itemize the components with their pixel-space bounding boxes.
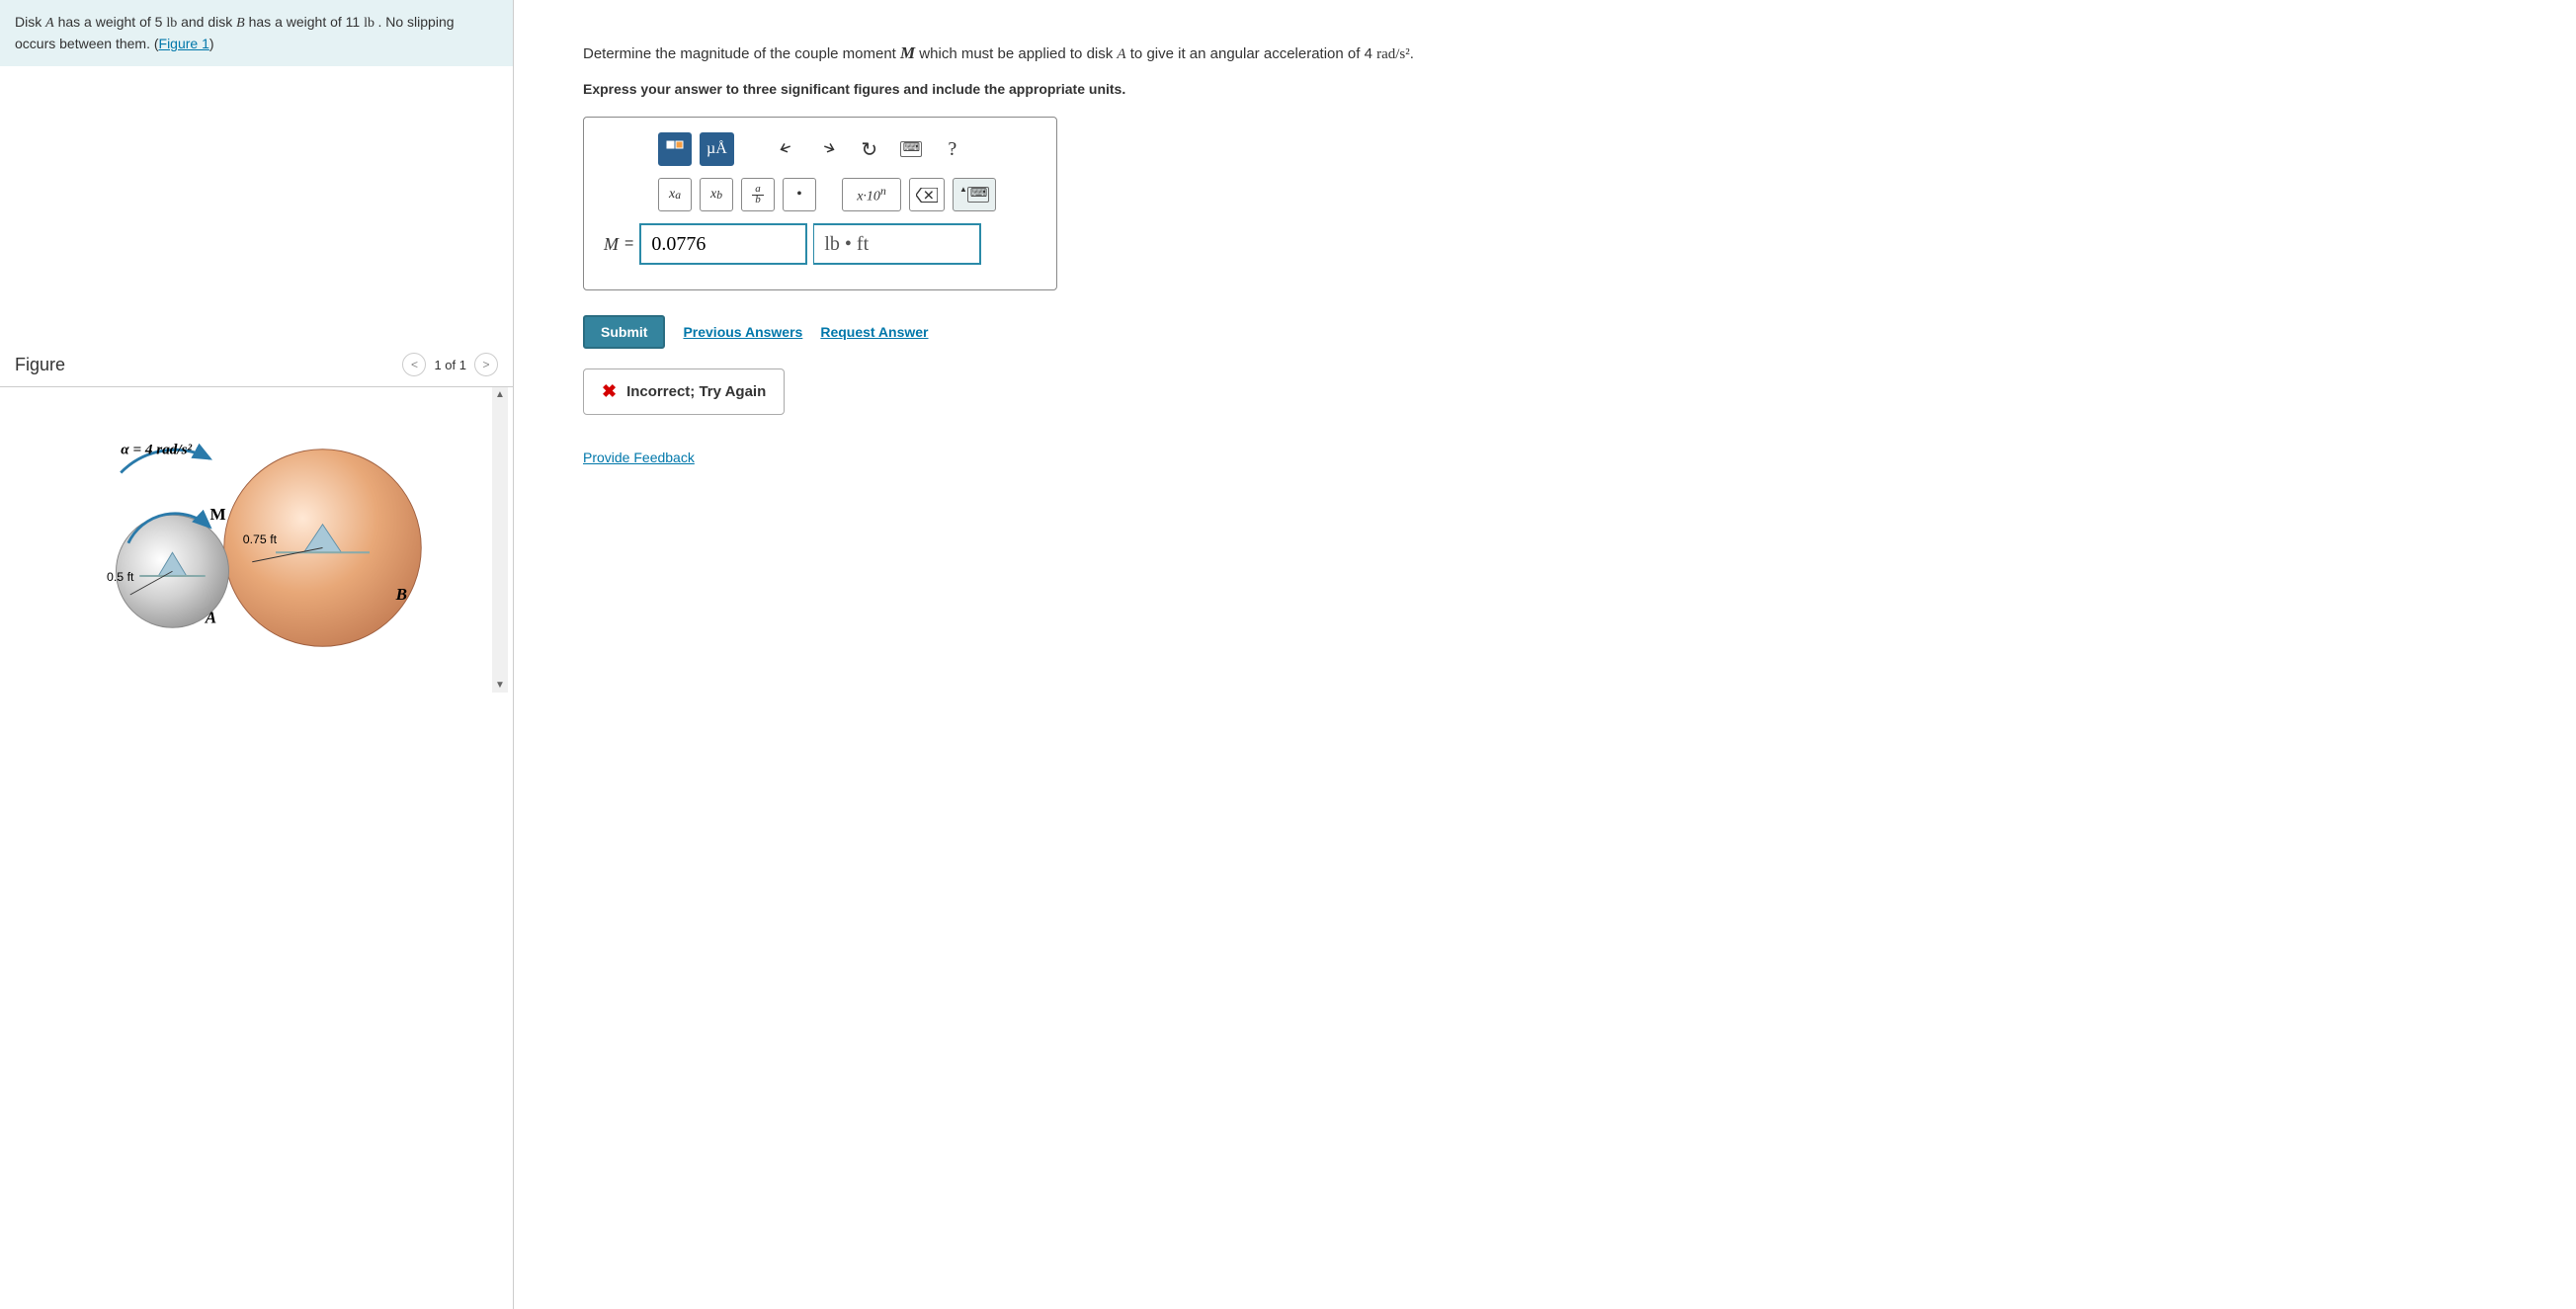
answer-box: µÅ ↻ ? xa xb ab • x·10n — [583, 117, 1057, 290]
scroll-down-icon[interactable]: ▼ — [495, 680, 505, 691]
request-answer-link[interactable]: Request Answer — [820, 324, 928, 340]
answer-var-label: M — [604, 234, 619, 255]
figure-pager: 1 of 1 — [434, 358, 466, 372]
disk-a-label: A — [204, 609, 215, 627]
scroll-up-icon[interactable]: ▲ — [495, 389, 505, 400]
q-unit: rad/s² — [1376, 46, 1410, 62]
templates-button[interactable] — [658, 132, 692, 166]
feedback-message: Incorrect; Try Again — [626, 383, 766, 400]
figure-area: α = 4 rad/s² M 0.5 ft 0.75 ft A B ▲ ▼ — [0, 387, 513, 693]
disk-b-label: B — [394, 585, 406, 604]
submit-button[interactable]: Submit — [583, 315, 665, 349]
radius-b-label: 0.75 ft — [242, 532, 277, 546]
subscript-button[interactable]: xb — [700, 178, 733, 211]
var-a: A — [1117, 46, 1125, 62]
keyboard2-button[interactable]: ▲ — [953, 178, 996, 211]
backspace-button[interactable] — [909, 178, 945, 211]
fraction-bot: b — [752, 196, 764, 205]
redo-button[interactable] — [811, 132, 845, 166]
backspace-icon — [916, 188, 938, 203]
keyboard2-icon — [967, 187, 989, 203]
problem-text: Disk — [15, 14, 45, 30]
answer-unit-input[interactable] — [813, 223, 981, 265]
problem-statement: Disk A has a weight of 5 lb and disk B h… — [0, 0, 513, 66]
var-m: M — [900, 43, 915, 62]
help-button[interactable]: ? — [936, 132, 969, 166]
micro-label: µÅ — [706, 140, 727, 158]
figure-svg: α = 4 rad/s² M 0.5 ft 0.75 ft A B — [69, 407, 445, 670]
radius-a-label: 0.5 ft — [107, 570, 134, 584]
weight-b-text: has a weight of 11 — [245, 14, 364, 30]
unit-lb: lb — [166, 16, 177, 31]
answer-value-input[interactable] — [639, 223, 807, 265]
q-mid1: which must be applied to disk — [915, 45, 1117, 62]
sci-notation-button[interactable]: x·10n — [842, 178, 901, 211]
reset-button[interactable]: ↻ — [853, 132, 886, 166]
question-text: Determine the magnitude of the couple mo… — [583, 40, 2556, 66]
q-prefix: Determine the magnitude of the couple mo… — [583, 45, 900, 62]
closing-paren: ) — [209, 36, 214, 51]
alpha-label: α = 4 rad/s² — [121, 442, 192, 458]
unit-lb2: lb — [364, 16, 377, 31]
figure-link[interactable]: Figure 1 — [159, 36, 209, 51]
undo-button[interactable] — [770, 132, 803, 166]
weight-a-text: has a weight of 5 — [54, 14, 167, 30]
keyboard-icon — [900, 141, 922, 157]
previous-answers-link[interactable]: Previous Answers — [683, 324, 802, 340]
incorrect-icon: ✖ — [602, 381, 617, 402]
units-button[interactable]: µÅ — [700, 132, 734, 166]
provide-feedback-link[interactable]: Provide Feedback — [583, 450, 695, 465]
keyboard-button[interactable] — [894, 132, 928, 166]
dot-button[interactable]: • — [783, 178, 816, 211]
fraction-button[interactable]: ab — [741, 178, 775, 211]
instruction-text: Express your answer to three significant… — [583, 81, 2556, 97]
answer-eq: = — [624, 235, 633, 253]
figure-next-button[interactable]: > — [474, 353, 498, 376]
text-mid1: and disk — [177, 14, 236, 30]
q-mid2: to give it an angular acceleration of 4 — [1126, 45, 1377, 62]
superscript-button[interactable]: xa — [658, 178, 692, 211]
figure-title: Figure — [15, 355, 65, 375]
moment-label: M — [209, 505, 225, 524]
figure-scrollbar[interactable]: ▲ ▼ — [492, 387, 508, 693]
figure-prev-button[interactable]: < — [402, 353, 426, 376]
q-suffix: . — [1410, 45, 1414, 62]
feedback-box: ✖ Incorrect; Try Again — [583, 368, 785, 415]
